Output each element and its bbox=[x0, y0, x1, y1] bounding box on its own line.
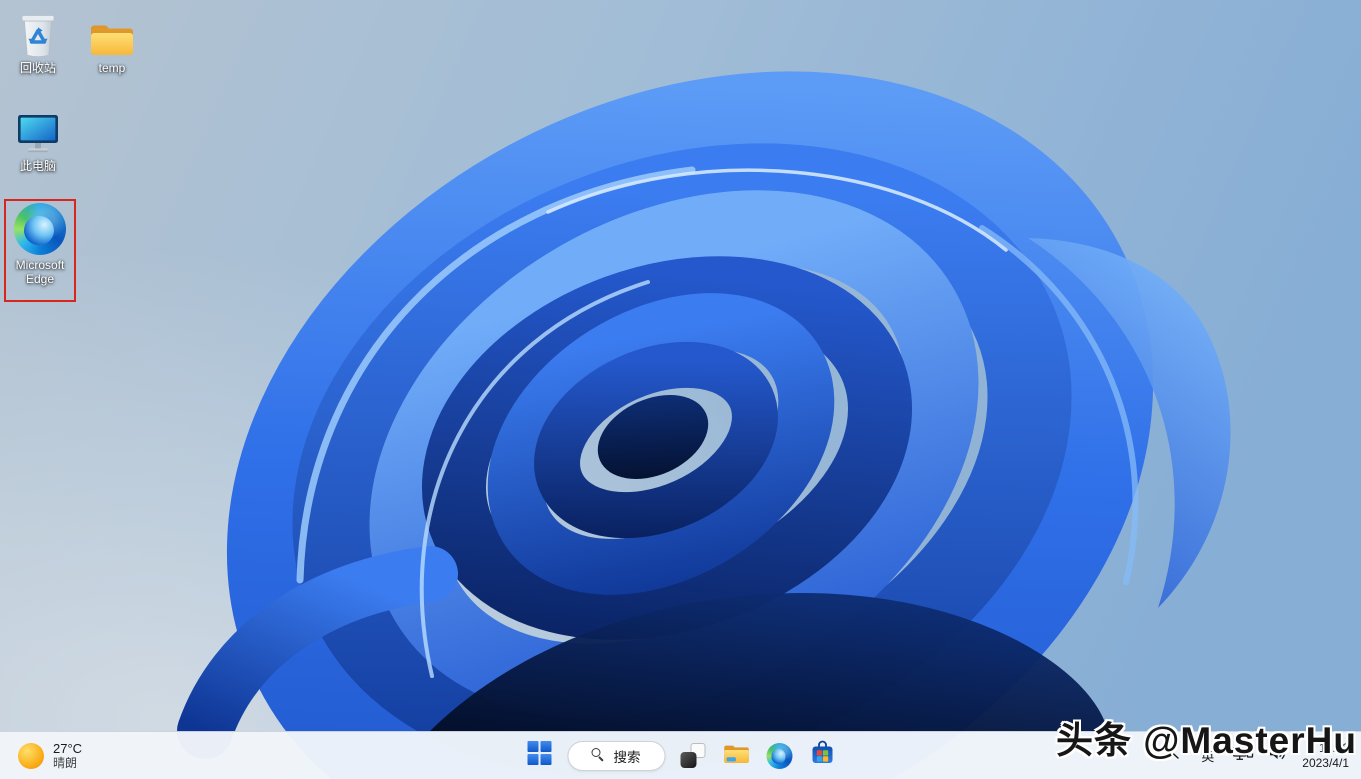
edge-icon bbox=[14, 203, 66, 255]
desktop-icon-label: 回收站 bbox=[19, 61, 56, 75]
desktop-icon-label: 此电脑 bbox=[19, 159, 56, 173]
desktop-icon-recycle-bin[interactable]: 回收站 bbox=[1, 8, 75, 75]
volume-icon bbox=[1268, 745, 1287, 766]
network-icon bbox=[1232, 745, 1254, 767]
tray-time: 15:28 bbox=[1318, 740, 1349, 755]
taskbar: 27°C 晴朗 搜索 英 15:28 2023/4/1 bbox=[0, 731, 1361, 779]
search-label: 搜索 bbox=[613, 749, 641, 765]
windows-logo-icon bbox=[527, 741, 551, 770]
volume-button[interactable] bbox=[1261, 739, 1294, 773]
monitor-icon bbox=[15, 106, 61, 156]
wallpaper-bloom bbox=[0, 0, 1361, 779]
hidden-icons-button[interactable] bbox=[1156, 739, 1189, 773]
widgets-weather-button[interactable]: 27°C 晴朗 bbox=[10, 732, 90, 779]
desktop-icon-label: temp bbox=[98, 61, 126, 75]
task-view-icon bbox=[680, 743, 706, 768]
edge-taskbar-button[interactable] bbox=[759, 736, 799, 776]
recycle-bin-icon bbox=[17, 8, 59, 58]
desktop-icon-this-pc[interactable]: 此电脑 bbox=[1, 106, 75, 173]
weather-condition: 晴朗 bbox=[53, 755, 78, 770]
desktop-icon-microsoft-edge[interactable]: Microsoft Edge bbox=[3, 203, 77, 286]
weather-temperature: 27°C bbox=[53, 740, 83, 756]
edge-icon bbox=[766, 742, 792, 769]
chevron-up-icon bbox=[1166, 747, 1180, 765]
ime-label: 英 bbox=[1201, 749, 1215, 764]
folder-icon bbox=[722, 742, 750, 770]
file-explorer-button[interactable] bbox=[716, 736, 756, 776]
tray-date: 2023/4/1 bbox=[1302, 755, 1349, 770]
start-button[interactable] bbox=[519, 736, 559, 776]
taskbar-center: 搜索 bbox=[519, 732, 842, 779]
store-icon bbox=[809, 740, 835, 771]
search-icon bbox=[591, 748, 607, 763]
ime-language-button[interactable]: 英 bbox=[1191, 739, 1224, 773]
system-tray: 英 15:28 2023/4/1 bbox=[1156, 732, 1361, 779]
desktop-icon-temp-folder[interactable]: temp bbox=[75, 8, 149, 75]
desktop-icon-label: Microsoft Edge bbox=[15, 258, 65, 286]
microsoft-store-button[interactable] bbox=[802, 736, 842, 776]
folder-icon bbox=[88, 8, 136, 58]
sun-icon bbox=[18, 742, 44, 769]
search-box[interactable]: 搜索 bbox=[567, 740, 665, 771]
clock-button[interactable]: 15:28 2023/4/1 bbox=[1296, 741, 1355, 771]
network-button[interactable] bbox=[1226, 739, 1259, 773]
task-view-button[interactable] bbox=[673, 736, 713, 776]
